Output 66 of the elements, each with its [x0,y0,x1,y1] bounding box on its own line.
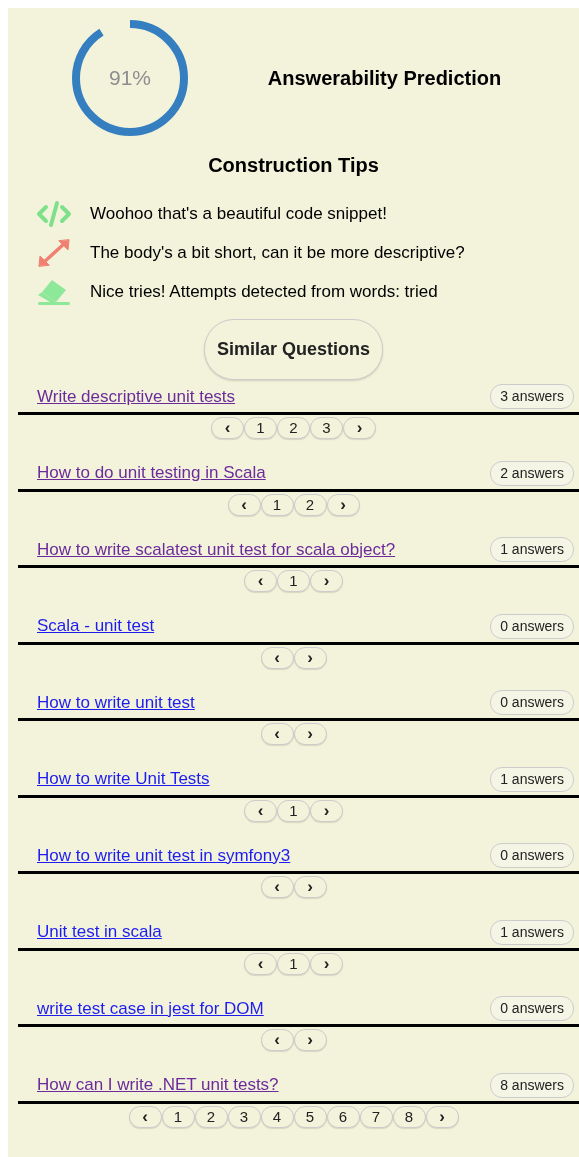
page-button[interactable]: 6 [326,1105,360,1128]
answer-count: 0 answers [490,690,574,715]
page-button[interactable]: 3 [310,417,343,439]
previous-page-button[interactable]: ‹ [260,876,294,898]
tip-text: Woohoo that's a beautiful code snippet! [90,202,387,225]
page-button[interactable]: 4 [260,1105,294,1128]
question-link[interactable]: Write descriptive unit tests [37,383,236,409]
next-page-button[interactable]: › [343,417,376,439]
similar-questions-button[interactable]: Similar Questions [203,319,383,380]
question-link[interactable]: How to write scalatest unit test for scala object? [37,536,396,562]
next-page-button[interactable]: › [326,493,360,516]
question-link[interactable]: How to write unit test [37,689,195,715]
answer-count: 0 answers [490,996,574,1021]
previous-page-button[interactable]: ‹ [211,417,244,439]
eraser-icon [36,277,72,306]
section-title: Construction Tips [208,154,379,176]
previous-page-button[interactable]: ‹ [260,723,294,745]
previous-page-button[interactable]: ‹ [128,1105,162,1128]
code-icon [36,199,72,228]
question-link[interactable]: How to write unit test in symfony3 [37,842,291,868]
tip-text: Nice tries! Attempts detected from words: tried [90,280,438,303]
next-page-button[interactable]: › [310,799,343,822]
page-button[interactable]: 3 [227,1105,261,1128]
page-button[interactable]: 2 [194,1105,228,1128]
previous-page-button[interactable]: ‹ [244,570,277,592]
page-button[interactable]: 8 [392,1105,426,1128]
next-page-button[interactable]: › [293,876,327,898]
page-button[interactable]: 2 [277,417,310,439]
page-button[interactable]: 1 [277,799,310,822]
page-button[interactable]: 2 [293,493,327,516]
answer-count: 3 answers [490,384,574,409]
previous-page-button[interactable]: ‹ [260,646,294,669]
page-button[interactable]: 1 [161,1105,195,1128]
next-page-button[interactable]: › [310,570,343,592]
page-button[interactable]: 7 [359,1105,393,1128]
percent-reading: 91% [109,65,151,92]
section-title: Answerability Prediction [267,67,502,89]
expand-arrows-icon [36,238,72,267]
previous-page-button[interactable]: ‹ [244,952,277,975]
next-page-button[interactable]: › [293,723,327,745]
answer-count: 1 answers [490,537,574,562]
answer-count: 8 answers [490,1072,574,1098]
page-button[interactable]: 1 [260,493,294,516]
tip-text: The body's a bit short, can it be more descriptive? [90,241,465,264]
answer-count: 0 answers [490,613,574,639]
next-page-button[interactable]: › [425,1105,459,1128]
question-link[interactable]: How to do unit testing in Scala [37,460,266,486]
previous-page-button[interactable]: ‹ [244,799,277,822]
page-button[interactable]: 1 [277,570,310,592]
next-page-button[interactable]: › [293,1029,327,1051]
question-link[interactable]: Scala - unit test [37,613,155,639]
page-button[interactable]: 1 [244,417,277,439]
answer-count: 1 answers [490,919,574,945]
question-link[interactable]: How to write Unit Tests [37,766,210,792]
question-link[interactable]: Unit test in scala [37,919,162,945]
previous-page-button[interactable]: ‹ [227,493,261,516]
next-page-button[interactable]: › [293,646,327,669]
previous-page-button[interactable]: ‹ [260,1029,294,1051]
answer-count: 0 answers [490,843,574,868]
answer-count: 2 answers [490,460,574,486]
page-button[interactable]: 5 [293,1105,327,1128]
question-link[interactable]: How can I write .NET unit tests? [37,1072,279,1098]
page-button[interactable]: 1 [277,952,310,975]
answer-count: 1 answers [490,766,574,792]
question-link[interactable]: write test case in jest for DOM [37,995,264,1021]
next-page-button[interactable]: › [310,952,343,975]
